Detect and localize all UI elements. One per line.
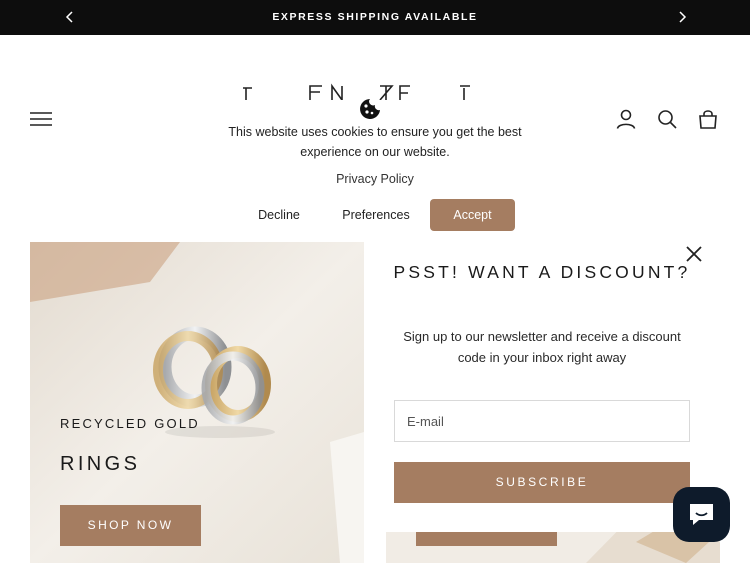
cookie-icon bbox=[360, 99, 380, 119]
subscribe-button[interactable]: SUBSCRIBE bbox=[394, 462, 690, 503]
cookie-banner: This website uses cookies to ensure you … bbox=[200, 95, 550, 240]
announcement-bar: EXPRESS SHIPPING AVAILABLE bbox=[0, 0, 750, 35]
popup-description: Sign up to our newsletter and receive a … bbox=[403, 329, 681, 365]
preferences-button[interactable]: Preferences bbox=[332, 199, 420, 231]
chat-icon bbox=[690, 504, 713, 525]
announcement-message: EXPRESS SHIPPING AVAILABLE bbox=[272, 11, 478, 23]
newsletter-popup: PSST! WANT A DISCOUNT? Sign up to our ne… bbox=[364, 242, 720, 532]
privacy-policy-link[interactable]: Privacy Policy bbox=[200, 172, 550, 186]
hero-card-rings: RECYCLED GOLD RINGS SHOP NOW bbox=[30, 242, 364, 563]
hero-eyebrow: RECYCLED GOLD bbox=[60, 416, 200, 431]
popup-heading: PSST! WANT A DISCOUNT? bbox=[393, 262, 691, 282]
hero-title: RINGS bbox=[60, 453, 141, 475]
cookie-message: This website uses cookies to ensure you … bbox=[228, 125, 522, 159]
shop-now-button[interactable]: SHOP NOW bbox=[60, 505, 201, 546]
search-icon[interactable] bbox=[656, 108, 678, 130]
decline-button[interactable]: Decline bbox=[240, 199, 318, 231]
menu-icon[interactable] bbox=[29, 109, 53, 129]
account-icon[interactable] bbox=[615, 108, 637, 130]
email-field[interactable] bbox=[394, 400, 690, 442]
chat-button[interactable] bbox=[673, 487, 730, 542]
cart-icon[interactable] bbox=[697, 108, 719, 130]
accept-button[interactable]: Accept bbox=[430, 199, 515, 231]
chevron-right-icon[interactable] bbox=[674, 9, 690, 25]
